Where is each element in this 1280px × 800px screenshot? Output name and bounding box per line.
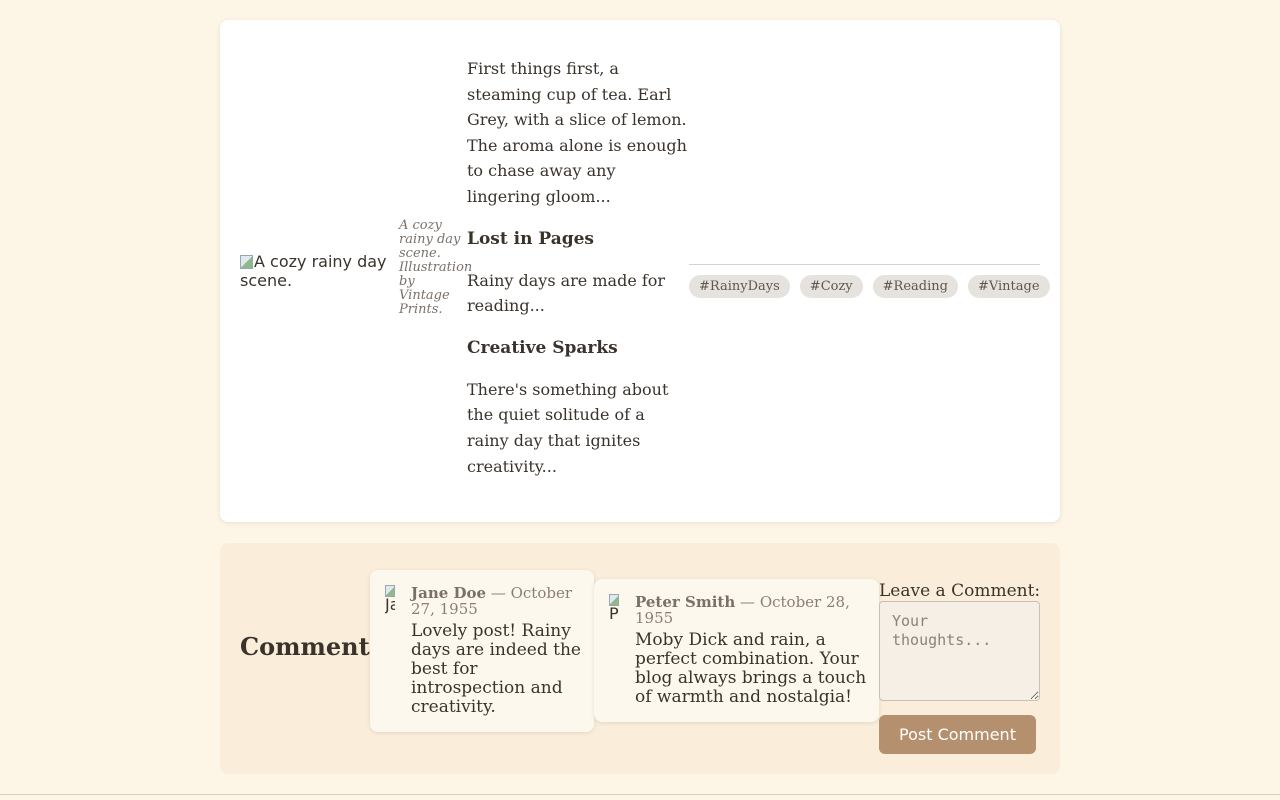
tag-vintage[interactable]: #Vintage xyxy=(967,275,1050,298)
article-image: A cozy rainy day scene. xyxy=(240,252,400,290)
comment-textarea[interactable] xyxy=(879,601,1040,701)
avatar: P xyxy=(609,594,619,626)
tag-rainydays[interactable]: #RainyDays xyxy=(689,275,790,298)
paragraph-reading: Rainy days are made for reading... xyxy=(467,270,666,316)
article-body: First things first, a steaming cup of te… xyxy=(467,56,689,495)
tag-cozy[interactable]: #Cozy xyxy=(799,275,863,298)
comment-text: Moby Dick and rain, a perfect combinatio… xyxy=(635,630,867,707)
comment-form-label: Leave a Comment: xyxy=(879,581,1041,601)
avatar-alt: Ja xyxy=(385,595,395,614)
image-caption: A cozy rainy day scene. Illustration by … xyxy=(399,218,473,317)
paragraph-tea: First things first, a steaming cup of te… xyxy=(467,59,687,206)
avatar-alt: P xyxy=(609,604,619,623)
paragraph-creative: There's something about the quiet solitu… xyxy=(467,379,669,476)
comment-card: Ja Jane Doe — October 27, 1955 Lovely po… xyxy=(370,570,594,732)
comment-meta: Peter Smith — October 28, 1955 xyxy=(635,594,867,626)
tag-reading[interactable]: #Reading xyxy=(872,275,958,298)
broken-image-icon xyxy=(240,255,253,269)
comments-section: Comments Ja Jane Doe — October 27, 1955 … xyxy=(220,543,1060,774)
heading-creative-sparks: Creative Sparks xyxy=(467,337,618,358)
avatar: Ja xyxy=(385,585,395,617)
comment-card: P Peter Smith — October 28, 1955 Moby Di… xyxy=(594,579,879,722)
comment-meta: Jane Doe — October 27, 1955 xyxy=(411,585,581,617)
comment-text: Lovely post! Rainy days are indeed the b… xyxy=(411,621,581,717)
heading-lost-in-pages: Lost in Pages xyxy=(467,228,594,249)
article-card: A cozy rainy day scene. A cozy rainy day… xyxy=(220,20,1060,522)
post-comment-button[interactable]: Post Comment xyxy=(879,715,1036,754)
tag-list: #RainyDays #Cozy #Reading #Vintage xyxy=(689,264,1050,298)
article-image-alt: A cozy rainy day scene. xyxy=(240,252,387,290)
footer-divider xyxy=(0,794,1280,795)
comments-title: Comments xyxy=(240,632,384,661)
